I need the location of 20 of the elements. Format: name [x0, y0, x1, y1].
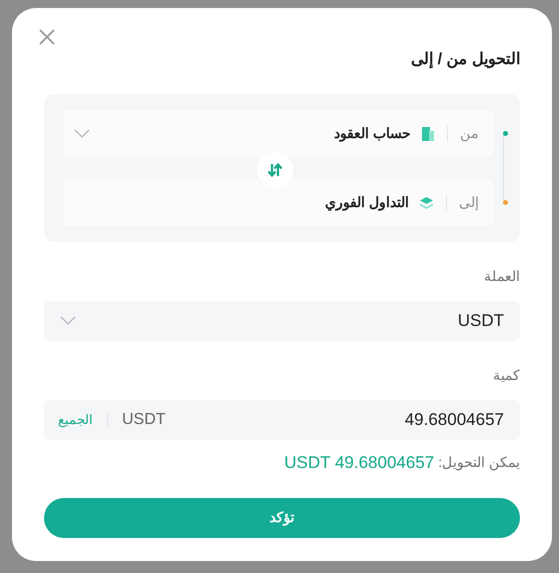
chevron-down-icon — [74, 128, 90, 138]
account-select[interactable]: من حساب العقود — [64, 110, 493, 157]
account-name: التداول الفوري — [325, 193, 409, 213]
layers-icon — [419, 196, 434, 210]
unit-label: USDT — [122, 410, 166, 430]
chevron-down-icon — [60, 316, 76, 326]
close-icon[interactable] — [38, 28, 56, 46]
currency-value: USDT — [458, 310, 504, 332]
amount-label: كمية — [492, 366, 520, 385]
available-amount: USDT 49.68004657 — [284, 452, 434, 474]
currency-select[interactable]: USDT — [44, 301, 520, 341]
dialog-title: التحويل من / إلى — [411, 50, 520, 70]
swap-arrows-icon — [267, 163, 283, 177]
currency-label: العملة — [483, 267, 520, 286]
direction-label: من — [460, 124, 479, 144]
bars-icon — [421, 126, 435, 142]
account-name: حساب العقود — [334, 124, 411, 144]
account-select[interactable]: إلى التداول الفوري — [64, 179, 493, 226]
direction-label: إلى — [459, 193, 479, 212]
available-label: يمكن التحويل: — [438, 453, 520, 472]
